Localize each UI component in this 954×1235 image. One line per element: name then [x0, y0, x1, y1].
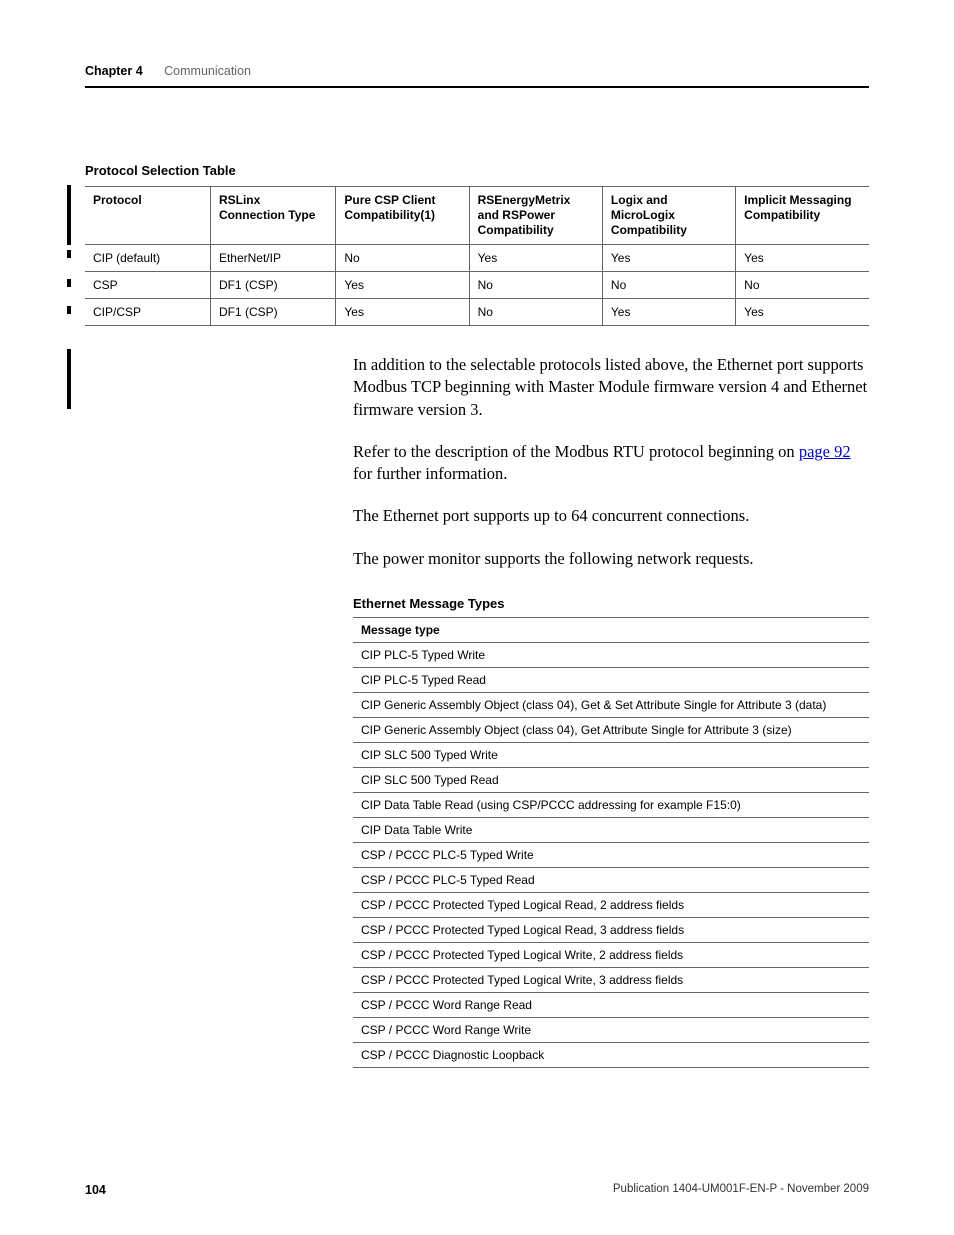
- change-bar-dot: [67, 279, 71, 287]
- table-row: CSP DF1 (CSP) Yes No No No: [85, 272, 869, 299]
- main-content: Protocol Selection Table Protocol RSLinx…: [85, 163, 869, 1068]
- col-csp: Pure CSP Client Compatibility(1): [336, 187, 469, 245]
- protocol-table-title: Protocol Selection Table: [85, 163, 869, 178]
- table-row: CSP / PCCC Diagnostic Loopback: [353, 1042, 869, 1067]
- table-row: CIP PLC-5 Typed Write: [353, 642, 869, 667]
- table-row: CIP Data Table Write: [353, 817, 869, 842]
- message-table-title: Ethernet Message Types: [353, 596, 869, 611]
- col-implicit: Implicit Messaging Compatibility: [736, 187, 869, 245]
- table-row: CSP / PCCC PLC-5 Typed Read: [353, 867, 869, 892]
- table-row: CSP / PCCC Protected Typed Logical Write…: [353, 967, 869, 992]
- chapter-label: Chapter 4: [85, 64, 143, 78]
- chapter-title: Communication: [164, 64, 251, 78]
- page-footer: 104 Publication 1404-UM001F-EN-P - Novem…: [85, 1183, 869, 1197]
- header-rule: [85, 86, 869, 88]
- table-row: CIP Generic Assembly Object (class 04), …: [353, 692, 869, 717]
- change-bar: [67, 349, 71, 409]
- page-link[interactable]: page 92: [799, 442, 851, 461]
- col-rsenergy: RSEnergyMetrix and RSPower Compatibility: [469, 187, 602, 245]
- paragraph: In addition to the selectable protocols …: [353, 354, 869, 421]
- table-row: CSP / PCCC Word Range Read: [353, 992, 869, 1017]
- table-row: CIP (default) EtherNet/IP No Yes Yes Yes: [85, 245, 869, 272]
- protocol-selection-table: Protocol RSLinx Connection Type Pure CSP…: [85, 186, 869, 326]
- paragraph: Refer to the description of the Modbus R…: [353, 441, 869, 486]
- table-header-row: Message type: [353, 617, 869, 642]
- col-logix: Logix and MicroLogix Compatibility: [602, 187, 735, 245]
- table-row: CSP / PCCC Word Range Write: [353, 1017, 869, 1042]
- table-row: CIP SLC 500 Typed Write: [353, 742, 869, 767]
- table-row: CSP / PCCC PLC-5 Typed Write: [353, 842, 869, 867]
- page-number: 104: [85, 1183, 106, 1197]
- table-header-row: Protocol RSLinx Connection Type Pure CSP…: [85, 187, 869, 245]
- change-bar-dot: [67, 306, 71, 314]
- chapter-line: Chapter 4 Communication: [85, 64, 869, 78]
- change-bar-dot: [67, 250, 71, 258]
- change-bar: [67, 185, 71, 245]
- publication-id: Publication 1404-UM001F-EN-P - November …: [613, 1183, 869, 1195]
- col-protocol: Protocol: [85, 187, 210, 245]
- page-header: Chapter 4 Communication: [85, 64, 869, 88]
- col-rslinx: RSLinx Connection Type: [210, 187, 335, 245]
- table-row: CIP PLC-5 Typed Read: [353, 667, 869, 692]
- table-row: CIP Generic Assembly Object (class 04), …: [353, 717, 869, 742]
- paragraph: The power monitor supports the following…: [353, 548, 869, 570]
- paragraph: The Ethernet port supports up to 64 conc…: [353, 505, 869, 527]
- body-text: In addition to the selectable protocols …: [353, 354, 869, 570]
- table-row: CSP / PCCC Protected Typed Logical Write…: [353, 942, 869, 967]
- col-message-type: Message type: [353, 617, 869, 642]
- table-row: CIP SLC 500 Typed Read: [353, 767, 869, 792]
- table-row: CIP Data Table Read (using CSP/PCCC addr…: [353, 792, 869, 817]
- ethernet-message-types-table: Message type CIP PLC-5 Typed Write CIP P…: [353, 617, 869, 1068]
- table-row: CIP/CSP DF1 (CSP) Yes No Yes Yes: [85, 299, 869, 326]
- table-row: CSP / PCCC Protected Typed Logical Read,…: [353, 917, 869, 942]
- table-row: CSP / PCCC Protected Typed Logical Read,…: [353, 892, 869, 917]
